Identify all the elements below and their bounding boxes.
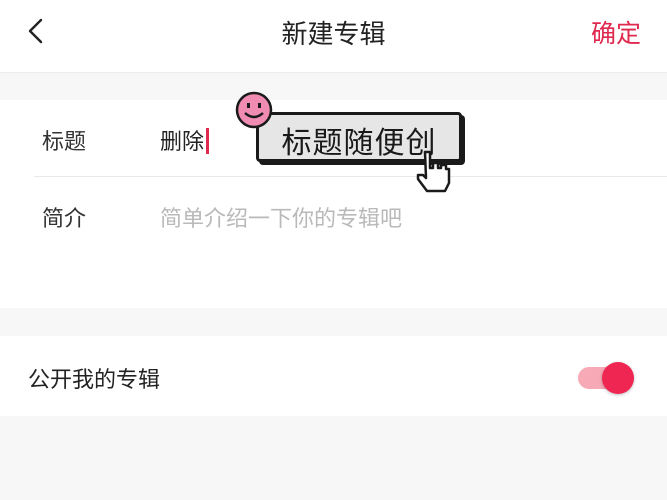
title-input-value: 删除 xyxy=(160,130,205,155)
public-album-row: 公开我的专辑 xyxy=(0,336,667,416)
page-title: 新建专辑 xyxy=(281,20,386,50)
smiley-face-icon xyxy=(235,91,273,129)
description-input[interactable]: 简单介绍一下你的专辑吧 xyxy=(160,201,402,233)
title-input[interactable]: 删除 xyxy=(160,124,210,156)
confirm-button[interactable]: 确定 xyxy=(591,14,641,50)
pointing-hand-icon xyxy=(416,150,451,193)
description-label: 简介 xyxy=(42,207,87,232)
public-album-toggle[interactable] xyxy=(578,362,634,394)
toggle-knob xyxy=(602,362,634,394)
title-label: 标题 xyxy=(42,130,87,155)
public-album-label: 公开我的专辑 xyxy=(28,368,161,393)
sticker-overlay: 标题随便创 xyxy=(234,90,464,200)
text-cursor xyxy=(206,128,210,154)
header-bar: 新建专辑 确定 xyxy=(0,0,667,73)
